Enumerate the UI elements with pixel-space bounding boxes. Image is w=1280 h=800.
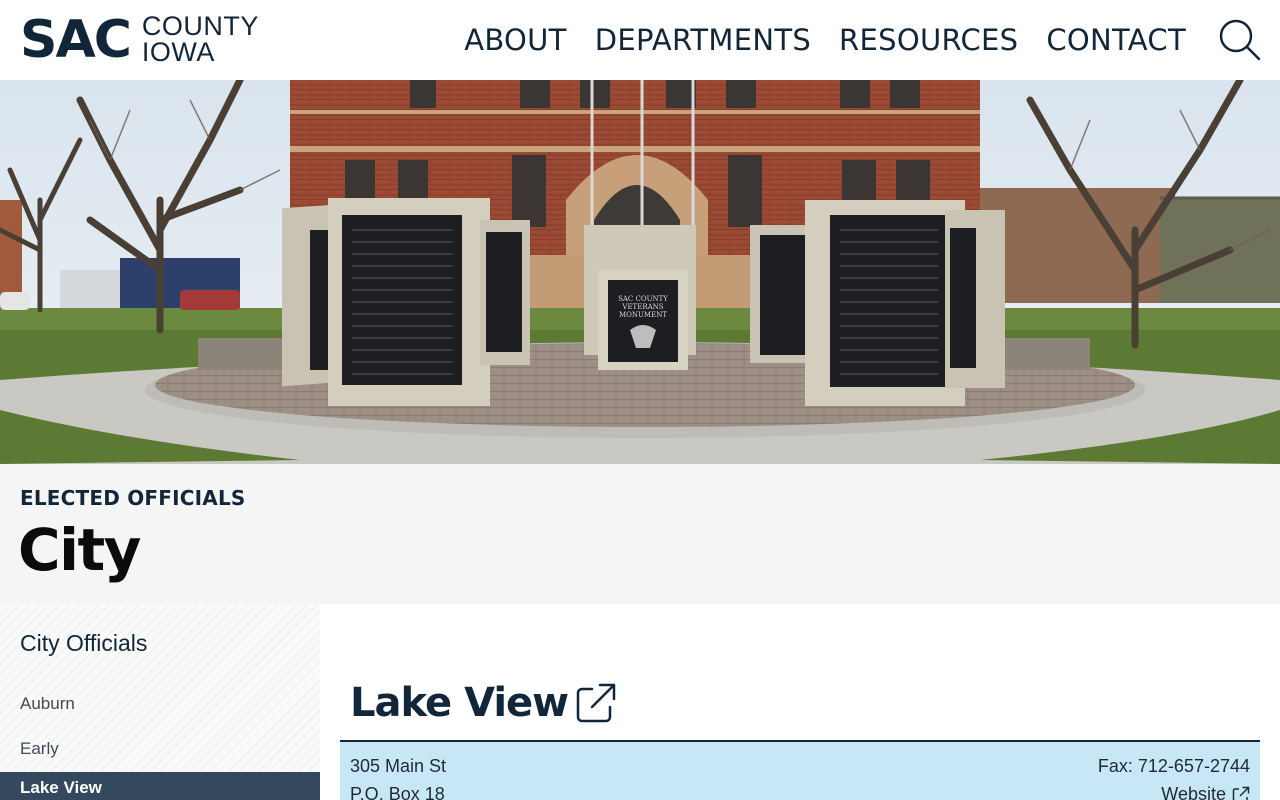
external-link-icon [576, 683, 616, 723]
city-name: Lake View [350, 680, 569, 726]
sidebar: City Officials Auburn Early Lake View [0, 604, 320, 800]
monument-line-2: VETERANS [621, 303, 663, 311]
website-label: Website [1161, 784, 1226, 800]
hero-image: SAC COUNTY VETERANS MONUMENT [0, 80, 1280, 464]
fax-number: Fax: 712-657-2744 [1097, 756, 1250, 776]
main-nav: ABOUT DEPARTMENTS RESOURCES CONTACT [464, 18, 1186, 62]
site-header: SAC COUNTY IOWA ABOUT DEPARTMENTS RESOUR… [0, 0, 1280, 80]
nav-about[interactable]: ABOUT [464, 18, 567, 62]
monument-line-1: SAC COUNTY [618, 295, 668, 303]
section-eyebrow: ELECTED OFFICIALS [20, 486, 246, 510]
site-logo[interactable]: SAC COUNTY IOWA [20, 12, 259, 68]
search-button[interactable] [1218, 18, 1262, 62]
sidebar-item-auburn[interactable]: Auburn [0, 688, 320, 720]
nav-contact[interactable]: CONTACT [1046, 18, 1186, 62]
website-link[interactable]: Website [1161, 784, 1250, 800]
sidebar-heading: City Officials [20, 630, 148, 656]
sidebar-item-early[interactable]: Early [0, 733, 320, 765]
page-title: City [18, 516, 141, 584]
page-title-band: ELECTED OFFICIALS City [0, 464, 1280, 604]
nav-departments[interactable]: DEPARTMENTS [595, 18, 811, 62]
logo-iowa: IOWA [141, 37, 215, 67]
sidebar-item-lake-view[interactable]: Lake View [0, 772, 320, 800]
search-icon [1219, 19, 1261, 61]
monument-line-3: MONUMENT [619, 311, 667, 319]
contact-info-box: 305 Main St P.O. Box 18 Fax: 712-657-274… [340, 740, 1260, 800]
logo-subtitle: COUNTY IOWA [141, 13, 259, 67]
address-line-2: P.O. Box 18 [350, 784, 445, 800]
nav-resources[interactable]: RESOURCES [839, 18, 1018, 62]
city-link[interactable]: Lake View [350, 680, 618, 726]
main-content: Lake View 305 Main St P.O. Box 18 Fax: 7… [320, 604, 1280, 800]
address-line-1: 305 Main St [350, 756, 447, 776]
veterans-monument-photo: SAC COUNTY VETERANS MONUMENT [0, 80, 1280, 464]
logo-sac: SAC [20, 10, 132, 70]
website-external-icon [1232, 786, 1250, 800]
